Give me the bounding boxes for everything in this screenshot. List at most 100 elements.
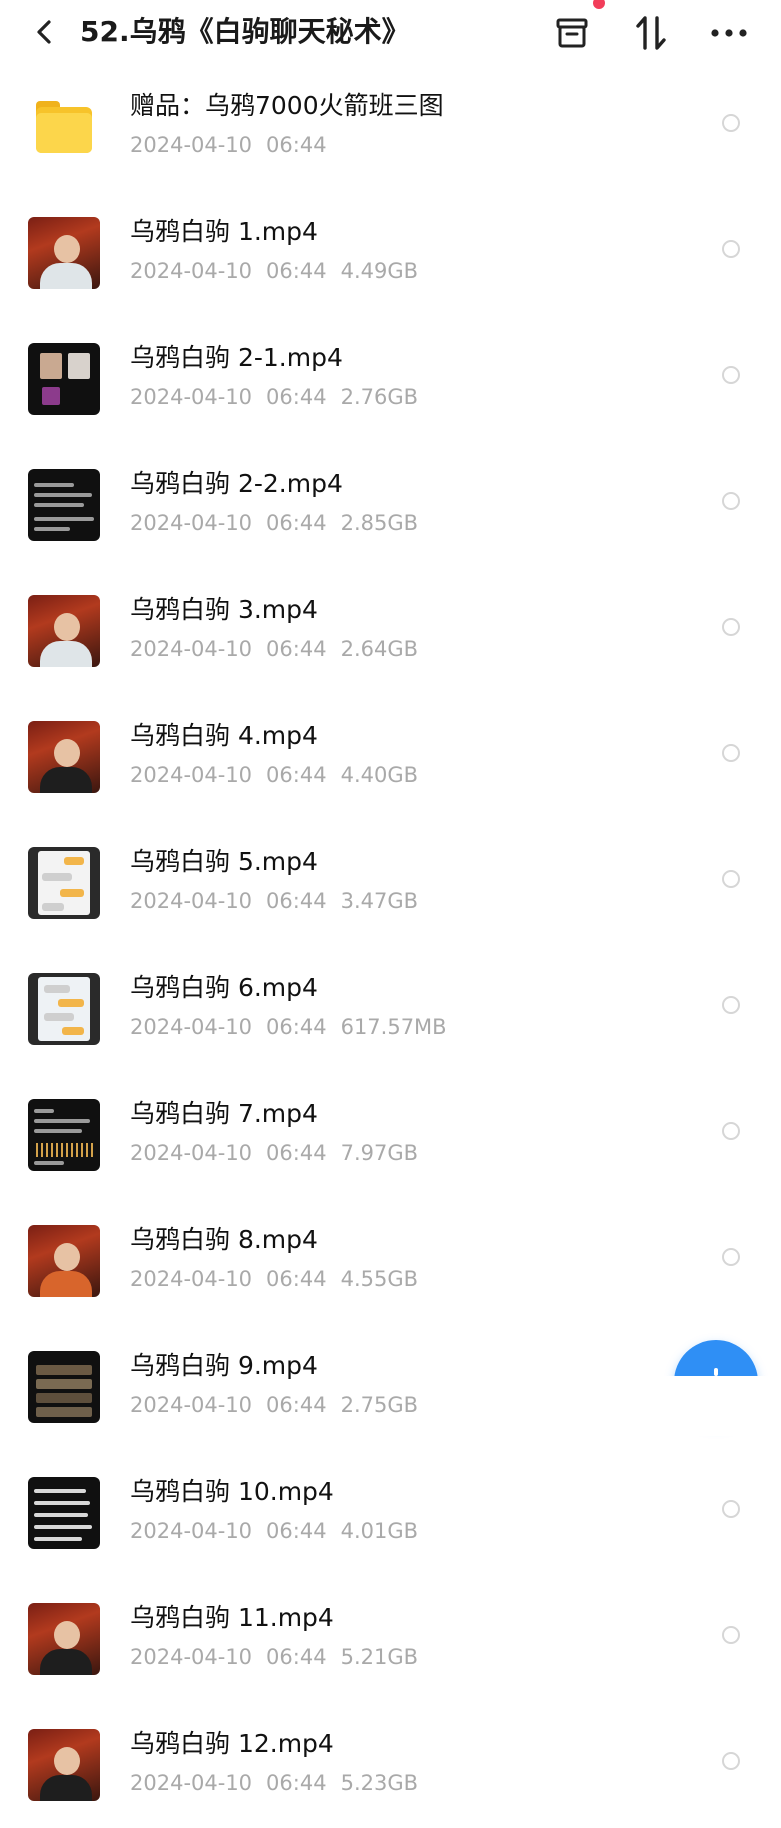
file-date: 2024-04-10 [130, 889, 253, 913]
file-name: 乌鸦白驹 10.mp4 [130, 1477, 334, 1506]
list-item[interactable]: 乌鸦白驹 1.mp4 2024-04-10 06:44 4.49GB [0, 190, 781, 316]
file-size: 2.76GB [340, 385, 419, 409]
more-button[interactable] [706, 10, 752, 56]
list-item[interactable]: 乌鸦白驹 6.mp4 2024-04-10 06:44 617.57MB [0, 946, 781, 1072]
file-meta: 2024-04-10 06:44 4.01GB [130, 1516, 432, 1546]
file-meta: 2024-04-10 06:44 4.55GB [130, 1264, 432, 1294]
select-checkbox[interactable] [722, 1500, 740, 1518]
list-item[interactable]: 乌鸦白驹 8.mp4 2024-04-10 06:44 4.55GB [0, 1198, 781, 1324]
video-thumbnail [28, 595, 100, 667]
select-checkbox[interactable] [722, 870, 740, 888]
file-meta: 2024-04-10 06:44 4.40GB [130, 760, 432, 790]
archive-box-icon [556, 18, 588, 48]
file-meta: 2024-04-10 06:44 5.23GB [130, 1768, 432, 1798]
list-item[interactable]: 赠品：乌鸦7000火箭班三图 2024-04-10 06:44 [0, 64, 781, 190]
select-checkbox[interactable] [722, 618, 740, 636]
file-time: 06:44 [266, 1393, 327, 1417]
select-checkbox[interactable] [722, 240, 740, 258]
file-name: 乌鸦白驹 2-2.mp4 [130, 469, 343, 498]
file-size: 3.47GB [340, 889, 419, 913]
file-size: 5.21GB [340, 1645, 419, 1669]
select-checkbox[interactable] [722, 1752, 740, 1770]
list-item[interactable]: 乌鸦白驹 7.mp4 2024-04-10 06:44 7.97GB [0, 1072, 781, 1198]
list-item[interactable]: 乌鸦白驹 3.mp4 2024-04-10 06:44 2.64GB [0, 568, 781, 694]
file-meta: 2024-04-10 06:44 617.57MB [130, 1012, 461, 1042]
file-date: 2024-04-10 [130, 511, 253, 535]
file-date: 2024-04-10 [130, 1645, 253, 1669]
select-checkbox[interactable] [722, 366, 740, 384]
video-thumbnail [28, 1351, 100, 1423]
file-time: 06:44 [266, 133, 327, 157]
file-time: 06:44 [266, 1141, 327, 1165]
file-name: 赠品：乌鸦7000火箭班三图 [130, 91, 444, 120]
page-title: 52.乌鸦《白驹聊天秘术》 [80, 15, 410, 48]
file-name: 乌鸦白驹 9.mp4 [130, 1351, 318, 1380]
list-item[interactable]: 乌鸦白驹 2-1.mp4 2024-04-10 06:44 2.76GB [0, 316, 781, 442]
video-thumbnail [28, 1225, 100, 1297]
file-date: 2024-04-10 [130, 259, 253, 283]
notification-dot [593, 0, 605, 9]
more-dots-icon [711, 29, 747, 37]
select-checkbox[interactable] [722, 114, 740, 132]
video-thumbnail [28, 343, 100, 415]
file-meta: 2024-04-10 06:44 5.21GB [130, 1642, 432, 1672]
video-thumbnail [28, 1099, 100, 1171]
back-button[interactable] [26, 14, 62, 50]
file-time: 06:44 [266, 1015, 327, 1039]
video-thumbnail [28, 973, 100, 1045]
file-date: 2024-04-10 [130, 1141, 253, 1165]
file-time: 06:44 [266, 637, 327, 661]
file-size: 2.75GB [340, 1393, 419, 1417]
file-name: 乌鸦白驹 8.mp4 [130, 1225, 318, 1254]
list-item[interactable]: 乌鸦白驹 5.mp4 2024-04-10 06:44 3.47GB [0, 820, 781, 946]
file-date: 2024-04-10 [130, 1015, 253, 1039]
file-name: 乌鸦白驹 5.mp4 [130, 847, 318, 876]
file-name: 乌鸦白驹 2-1.mp4 [130, 343, 343, 372]
file-time: 06:44 [266, 259, 327, 283]
file-date: 2024-04-10 [130, 1519, 253, 1543]
folder-icon [28, 91, 100, 163]
file-size: 2.64GB [340, 637, 419, 661]
sort-arrows-icon [636, 16, 666, 50]
file-size: 4.40GB [340, 763, 419, 787]
file-date: 2024-04-10 [130, 1267, 253, 1291]
file-time: 06:44 [266, 763, 327, 787]
chevron-left-icon [37, 20, 51, 44]
list-item[interactable]: 乌鸦白驹 10.mp4 2024-04-10 06:44 4.01GB [0, 1450, 781, 1576]
file-list: 赠品：乌鸦7000火箭班三图 2024-04-10 06:44 乌鸦白驹 1.mp… [0, 64, 781, 1828]
video-thumbnail [28, 1603, 100, 1675]
file-time: 06:44 [266, 1645, 327, 1669]
select-checkbox[interactable] [722, 492, 740, 510]
file-meta: 2024-04-10 06:44 2.64GB [130, 634, 432, 664]
list-item[interactable]: 乌鸦白驹 12.mp4 2024-04-10 06:44 5.23GB [0, 1702, 781, 1828]
file-time: 06:44 [266, 511, 327, 535]
video-thumbnail [28, 469, 100, 541]
file-meta: 2024-04-10 06:44 2.75GB [130, 1390, 432, 1420]
archive-button[interactable] [549, 10, 595, 56]
file-name: 乌鸦白驹 3.mp4 [130, 595, 318, 624]
file-name: 乌鸦白驹 6.mp4 [130, 973, 318, 1002]
list-item[interactable]: 乌鸦白驹 2-2.mp4 2024-04-10 06:44 2.85GB [0, 442, 781, 568]
list-item[interactable]: 乌鸦白驹 11.mp4 2024-04-10 06:44 5.21GB [0, 1576, 781, 1702]
file-name: 乌鸦白驹 12.mp4 [130, 1729, 334, 1758]
file-date: 2024-04-10 [130, 763, 253, 787]
video-thumbnail [28, 847, 100, 919]
file-time: 06:44 [266, 889, 327, 913]
file-meta: 2024-04-10 06:44 2.85GB [130, 508, 432, 538]
video-thumbnail [28, 1729, 100, 1801]
file-size: 4.55GB [340, 1267, 419, 1291]
top-bar: 52.乌鸦《白驹聊天秘术》 [0, 0, 781, 64]
select-checkbox[interactable] [722, 1122, 740, 1140]
file-size: 4.49GB [340, 259, 419, 283]
file-date: 2024-04-10 [130, 1771, 253, 1795]
file-meta: 2024-04-10 06:44 3.47GB [130, 886, 432, 916]
select-checkbox[interactable] [722, 996, 740, 1014]
list-item[interactable]: 乌鸦白驹 4.mp4 2024-04-10 06:44 4.40GB [0, 694, 781, 820]
select-checkbox[interactable] [722, 1626, 740, 1644]
file-time: 06:44 [266, 1519, 327, 1543]
file-date: 2024-04-10 [130, 637, 253, 661]
select-checkbox[interactable] [722, 1248, 740, 1266]
sort-button[interactable] [628, 10, 674, 56]
file-date: 2024-04-10 [130, 1393, 253, 1417]
select-checkbox[interactable] [722, 744, 740, 762]
